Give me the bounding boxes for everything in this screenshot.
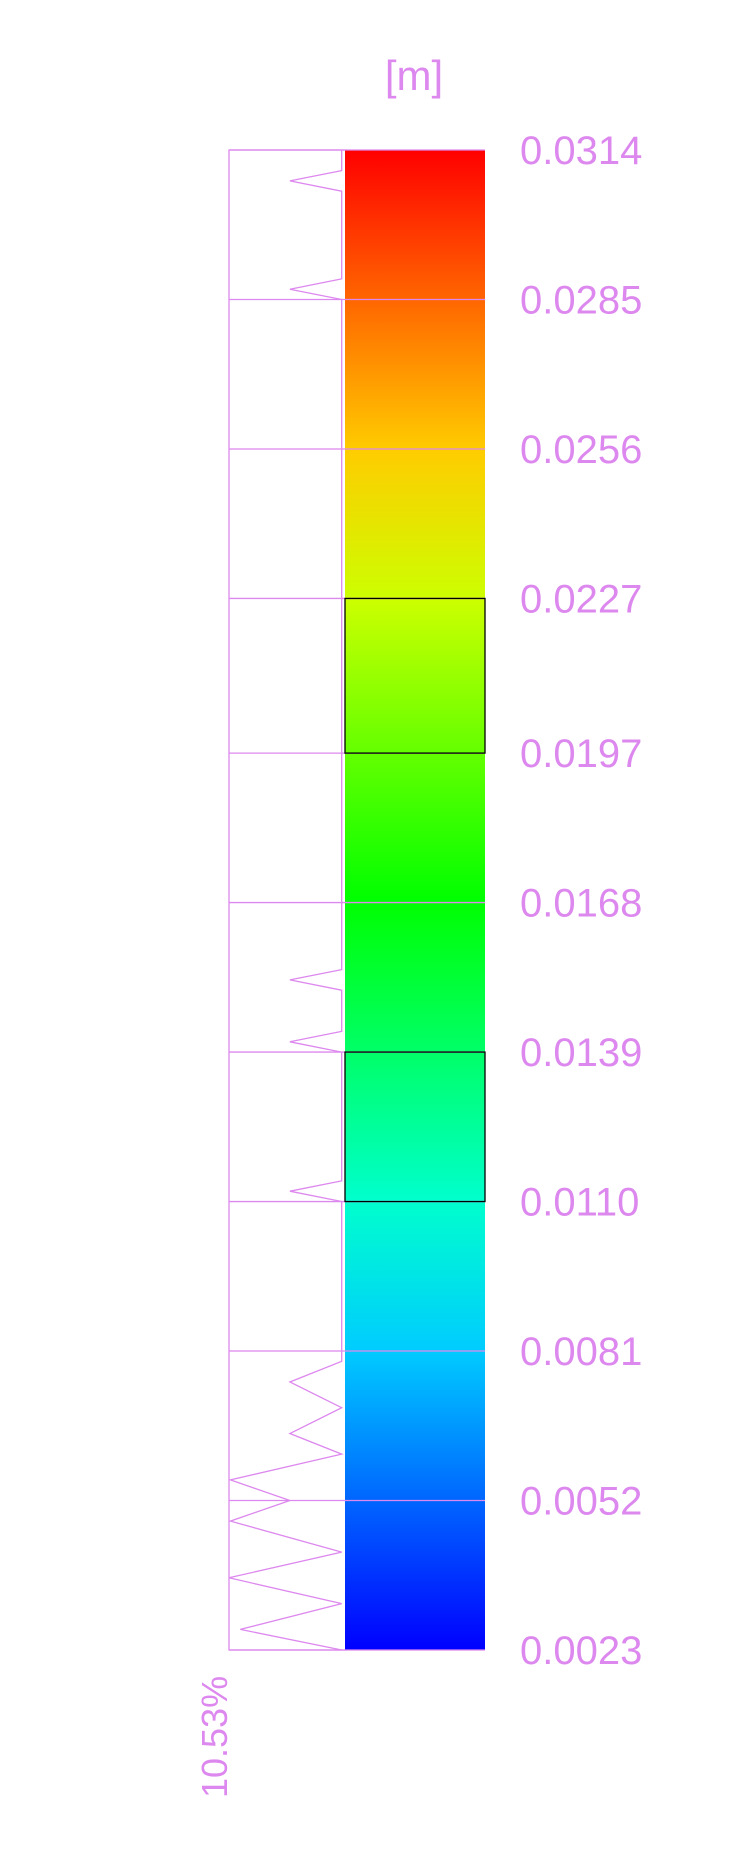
tick-label: 0.0197	[520, 732, 642, 776]
tick-label: 0.0256	[520, 428, 642, 472]
histogram-profile	[228, 150, 344, 1651]
tick-label: 0.0168	[520, 882, 642, 926]
histogram-gridlines	[229, 149, 345, 1651]
tick-label: 0.0314	[520, 129, 642, 173]
unit-label: [m]	[385, 52, 443, 99]
tick-labels: 0.0023 0.0052 0.0081 0.0110 0.0139 0.0168 0.01…	[520, 129, 642, 1673]
tick-label: 0.0139	[520, 1031, 642, 1075]
color-legend: [m] 0.0023 0.0052 0.0081 0.0110 0.0139 0.0168…	[194, 52, 642, 1798]
tick-label: 0.0081	[520, 1330, 642, 1374]
tick-label: 0.0052	[520, 1480, 642, 1524]
tick-label: 0.0285	[520, 278, 642, 322]
tick-label: 0.0110	[520, 1181, 639, 1225]
tick-label: 0.0023	[520, 1629, 642, 1673]
color-bar	[345, 150, 485, 1650]
histogram-frame	[228, 149, 347, 1651]
max-percent-label: 10.53%	[194, 1676, 235, 1798]
tick-label: 0.0227	[520, 577, 642, 621]
